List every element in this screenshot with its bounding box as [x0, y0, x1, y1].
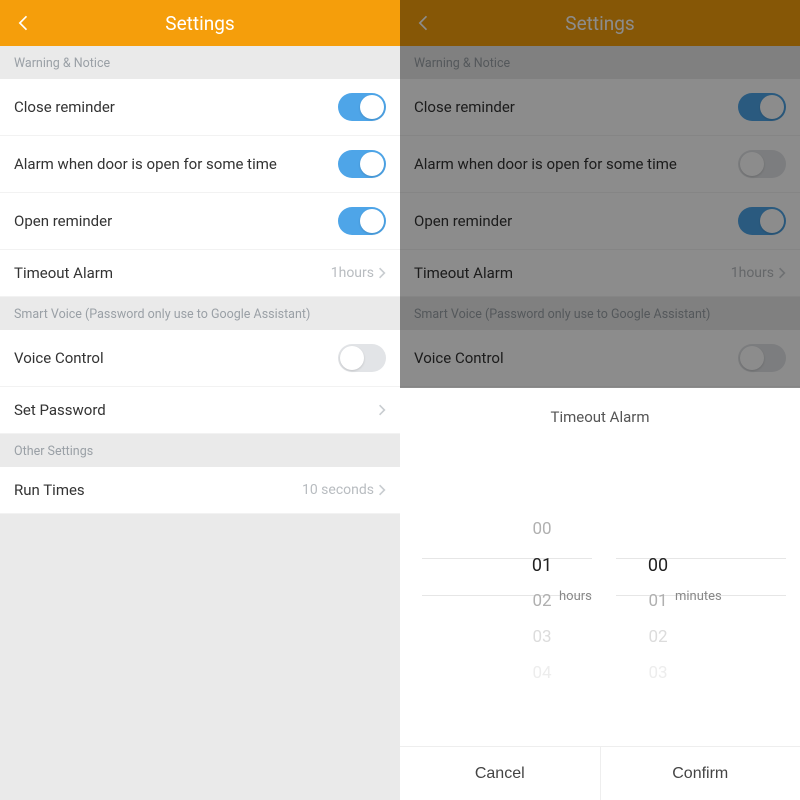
chevron-right-icon	[378, 403, 386, 417]
toggle-knob	[740, 346, 764, 370]
minutes-unit-label: minutes	[675, 589, 722, 604]
timeout-alarm-row[interactable]: Timeout Alarm 1hours	[0, 250, 400, 297]
voice-control-toggle[interactable]	[738, 344, 786, 372]
run-times-value-wrap: 10 seconds	[302, 482, 386, 498]
alarm-open-label: Alarm when door is open for some time	[14, 155, 277, 173]
close-reminder-toggle[interactable]	[738, 93, 786, 121]
app-header: Settings	[400, 0, 800, 46]
voice-control-label: Voice Control	[414, 349, 504, 367]
set-password-label: Set Password	[14, 401, 106, 419]
timeout-alarm-row[interactable]: Timeout Alarm 1hours	[400, 250, 800, 297]
wheel-item: 02	[532, 583, 551, 619]
wheel-item: 03	[532, 619, 551, 655]
voice-control-row[interactable]: Voice Control	[400, 330, 800, 387]
voice-control-row[interactable]: Voice Control	[0, 330, 400, 387]
toggle-knob	[360, 152, 384, 176]
app-header: Settings	[0, 0, 400, 46]
close-reminder-label: Close reminder	[414, 98, 515, 116]
close-reminder-row[interactable]: Close reminder	[400, 79, 800, 136]
chevron-right-icon	[378, 266, 386, 280]
timeout-alarm-modal: Timeout Alarm 00 01 02 03 04 hours 00 01…	[400, 388, 800, 800]
toggle-knob	[360, 209, 384, 233]
section-warning-header: Warning & Notice	[0, 46, 400, 79]
voice-control-toggle[interactable]	[338, 344, 386, 372]
open-reminder-label: Open reminder	[14, 212, 112, 230]
wheel-item: 01	[648, 583, 667, 619]
open-reminder-row[interactable]: Open reminder	[0, 193, 400, 250]
arrow-left-icon	[414, 13, 434, 33]
section-other-header: Other Settings	[0, 434, 400, 467]
cancel-button[interactable]: Cancel	[400, 747, 601, 800]
timeout-alarm-label: Timeout Alarm	[14, 264, 113, 282]
set-password-arrow	[378, 403, 386, 417]
section-voice-header: Smart Voice (Password only use to Google…	[0, 297, 400, 330]
alarm-open-label: Alarm when door is open for some time	[414, 155, 677, 173]
toggle-knob	[340, 346, 364, 370]
time-picker: 00 01 02 03 04 hours 00 01 02 03 minutes	[400, 426, 800, 746]
modal-actions: Cancel Confirm	[400, 746, 800, 800]
alarm-open-toggle[interactable]	[338, 150, 386, 178]
toggle-knob	[740, 152, 764, 176]
timeout-alarm-value-wrap: 1hours	[331, 265, 386, 281]
back-button[interactable]	[12, 11, 36, 35]
wheel-item: 04	[532, 655, 551, 691]
wheel-item: 03	[648, 655, 667, 691]
wheel-item: 02	[648, 619, 667, 655]
section-voice-header: Smart Voice (Password only use to Google…	[400, 297, 800, 330]
wheel-item-selected: 00	[648, 547, 668, 583]
page-title: Settings	[165, 12, 234, 35]
back-button[interactable]	[412, 11, 436, 35]
open-reminder-toggle[interactable]	[738, 207, 786, 235]
toggle-knob	[360, 95, 384, 119]
settings-screen-right: Settings Warning & Notice Close reminder…	[400, 0, 800, 800]
hours-unit-label: hours	[559, 589, 592, 604]
minutes-wheel[interactable]: 00 01 02 03 minutes	[603, 511, 713, 691]
alarm-open-row[interactable]: Alarm when door is open for some time	[400, 136, 800, 193]
toggle-knob	[760, 209, 784, 233]
alarm-open-toggle[interactable]	[738, 150, 786, 178]
close-reminder-toggle[interactable]	[338, 93, 386, 121]
page-title: Settings	[565, 12, 634, 35]
timeout-alarm-value: 1hours	[731, 265, 774, 281]
chevron-right-icon	[778, 266, 786, 280]
open-reminder-label: Open reminder	[414, 212, 512, 230]
wheel-item: 00	[532, 511, 551, 547]
modal-title: Timeout Alarm	[400, 388, 800, 426]
hours-wheel[interactable]: 00 01 02 03 04 hours	[487, 511, 597, 691]
timeout-alarm-value-wrap: 1hours	[731, 265, 786, 281]
timeout-alarm-label: Timeout Alarm	[414, 264, 513, 282]
run-times-row[interactable]: Run Times 10 seconds	[0, 467, 400, 514]
close-reminder-row[interactable]: Close reminder	[0, 79, 400, 136]
close-reminder-label: Close reminder	[14, 98, 115, 116]
toggle-knob	[760, 95, 784, 119]
arrow-left-icon	[14, 13, 34, 33]
open-reminder-toggle[interactable]	[338, 207, 386, 235]
run-times-value: 10 seconds	[302, 482, 374, 498]
settings-screen-left: Settings Warning & Notice Close reminder…	[0, 0, 400, 800]
confirm-button[interactable]: Confirm	[601, 747, 800, 800]
run-times-label: Run Times	[14, 481, 85, 499]
alarm-open-row[interactable]: Alarm when door is open for some time	[0, 136, 400, 193]
open-reminder-row[interactable]: Open reminder	[400, 193, 800, 250]
voice-control-label: Voice Control	[14, 349, 104, 367]
set-password-row[interactable]: Set Password	[0, 387, 400, 434]
chevron-right-icon	[378, 483, 386, 497]
timeout-alarm-value: 1hours	[331, 265, 374, 281]
wheel-item-selected: 01	[532, 547, 552, 583]
section-warning-header: Warning & Notice	[400, 46, 800, 79]
